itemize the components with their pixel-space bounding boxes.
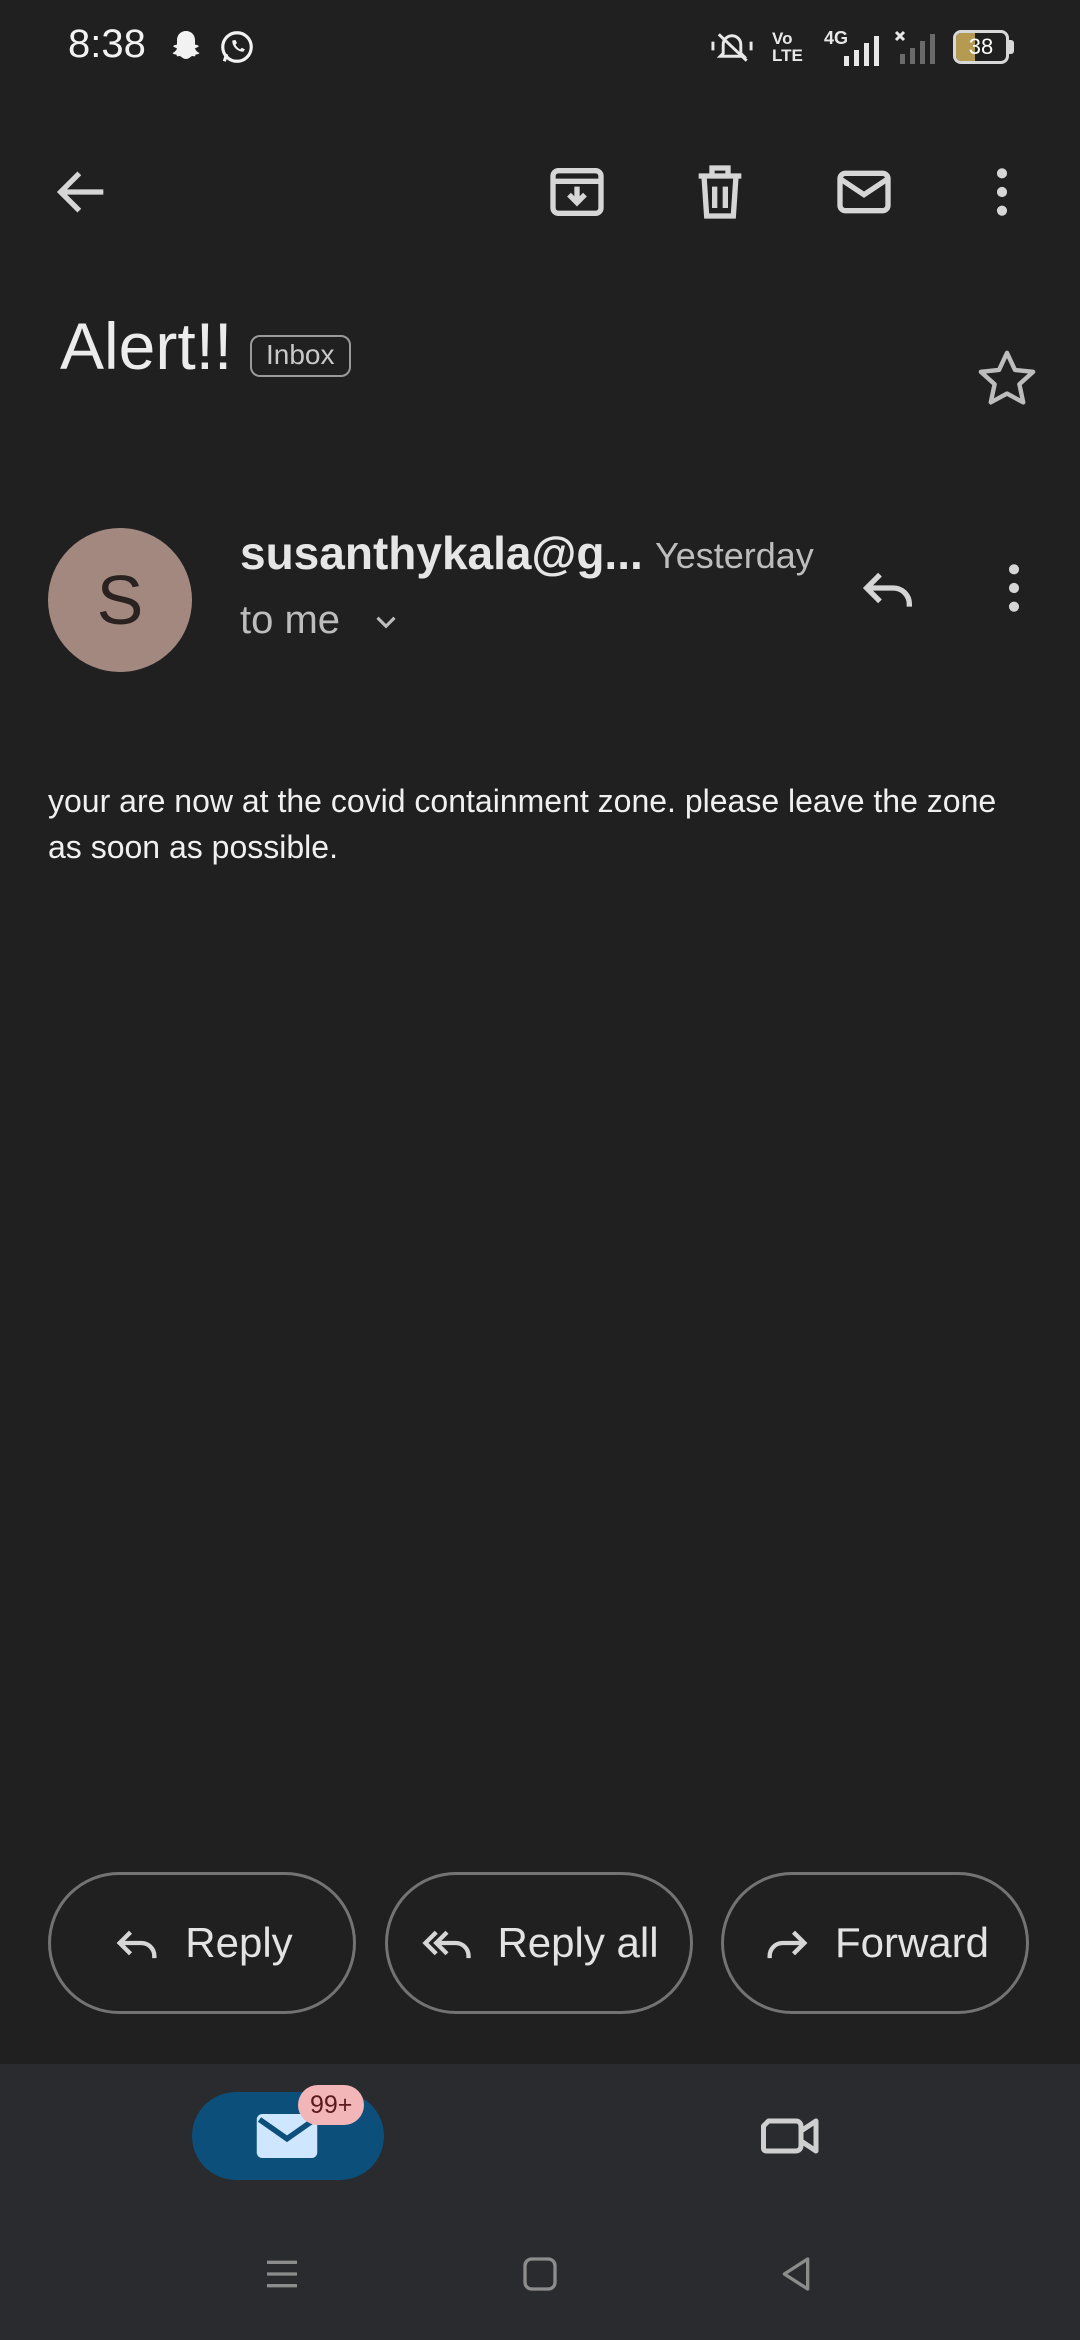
snapchat-icon <box>168 28 204 64</box>
back-arrow-icon[interactable] <box>50 160 114 224</box>
sender-name[interactable]: susanthykala@g... <box>240 526 643 580</box>
reply-all-icon <box>422 1930 472 1959</box>
forward-label: Forward <box>834 1919 990 1966</box>
status-time: 8:38 <box>68 22 146 66</box>
more-vert-icon[interactable] <box>982 556 1046 620</box>
volte-icon: Vo LTE <box>772 29 803 65</box>
mark-unread-icon[interactable] <box>832 160 896 224</box>
recipient-details[interactable]: to me <box>240 598 403 643</box>
inbox-label[interactable]: Inbox <box>250 335 351 377</box>
more-vert-icon[interactable] <box>970 160 1034 224</box>
bottom-nav <box>0 2064 1080 2340</box>
reply-icon[interactable] <box>856 556 920 620</box>
mute-icon <box>710 28 754 64</box>
menu-icon[interactable] <box>262 2254 302 2294</box>
recipient-label: to me <box>240 598 341 642</box>
reply-all-button[interactable]: Reply all <box>385 1872 693 2014</box>
signal-icon: 4G <box>822 26 882 66</box>
reply-icon <box>116 1930 157 1959</box>
sender-avatar[interactable]: S <box>48 528 192 672</box>
chevron-down-icon <box>376 617 396 629</box>
unread-badge: 99+ <box>298 2085 365 2125</box>
battery-icon: 38 <box>953 30 1009 64</box>
signal-icon <box>894 30 938 66</box>
archive-icon[interactable] <box>545 160 609 224</box>
reply-label: Reply <box>185 1919 293 1966</box>
back-icon[interactable] <box>776 2254 816 2294</box>
video-icon[interactable] <box>758 2106 824 2166</box>
forward-icon <box>767 1930 808 1959</box>
whatsapp-icon <box>218 28 256 66</box>
email-time: Yesterday <box>655 535 814 576</box>
trash-icon[interactable] <box>688 160 752 224</box>
forward-button[interactable]: Forward <box>721 1872 1029 2014</box>
reply-all-label: Reply all <box>497 1919 659 1966</box>
battery-tip <box>1009 40 1014 54</box>
reply-button[interactable]: Reply <box>48 1872 356 2014</box>
star-icon[interactable] <box>974 346 1040 412</box>
email-body: your are now at the covid containment zo… <box>48 783 997 865</box>
email-subject: Alert!! <box>60 309 233 383</box>
home-icon[interactable] <box>520 2254 560 2294</box>
